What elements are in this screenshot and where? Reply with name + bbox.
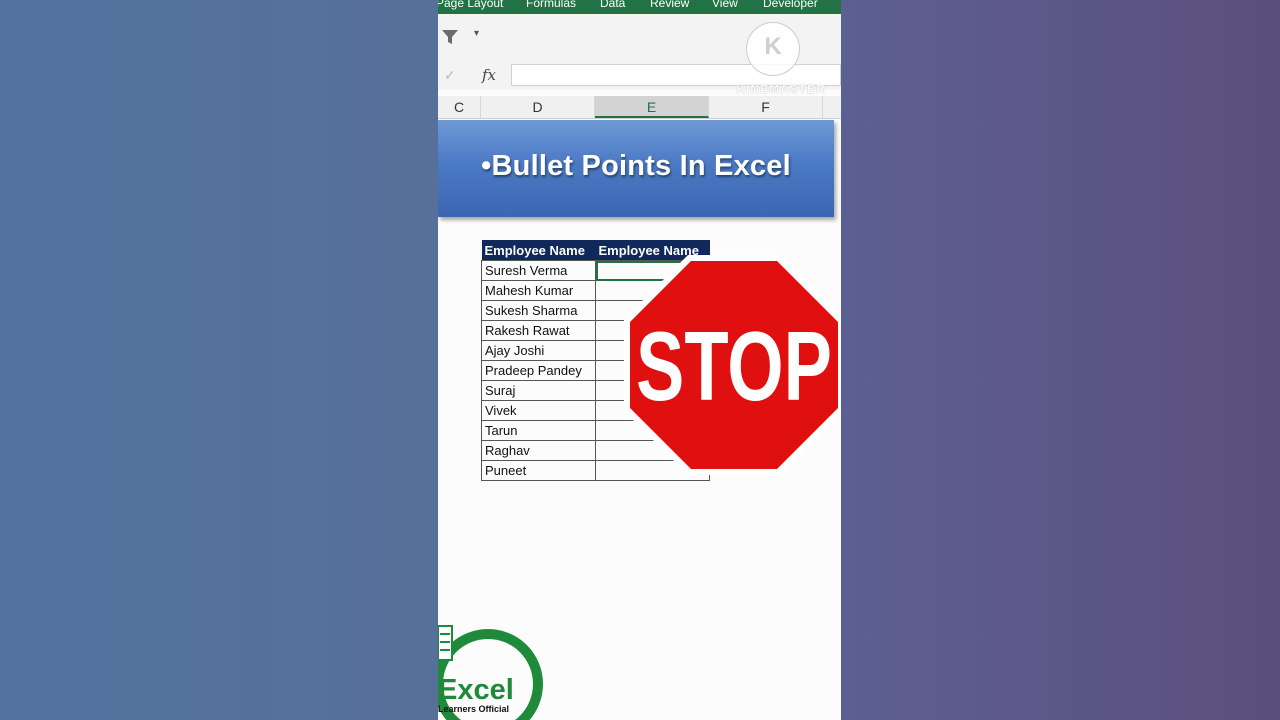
column-headers: C D E F bbox=[438, 96, 841, 119]
column-header-f[interactable]: F bbox=[709, 96, 823, 118]
ribbon-tabs: Page Layout Formulas Data Review View De… bbox=[438, 0, 841, 14]
table-cell[interactable]: Vivek bbox=[481, 400, 596, 421]
logo-subtitle: Learners Official bbox=[438, 704, 510, 714]
tab-review[interactable]: Review bbox=[650, 0, 689, 10]
table-cell[interactable]: Suraj bbox=[481, 380, 596, 401]
table-cell[interactable]: Puneet bbox=[481, 460, 596, 481]
table-cell[interactable]: Raghav bbox=[481, 440, 596, 461]
watermark-text: KINEMASTER bbox=[736, 82, 826, 96]
banner-title: •Bullet Points In Excel bbox=[481, 150, 791, 182]
video-frame: Page Layout Formulas Data Review View De… bbox=[438, 0, 841, 720]
column-header-e[interactable]: E bbox=[595, 96, 709, 118]
tab-developer[interactable]: Developer bbox=[763, 0, 818, 10]
filter-icon[interactable] bbox=[441, 28, 459, 46]
tab-view[interactable]: View bbox=[712, 0, 738, 10]
tab-data[interactable]: Data bbox=[600, 0, 625, 10]
title-banner: •Bullet Points In Excel bbox=[438, 120, 834, 217]
logo-word: Excel bbox=[438, 674, 514, 706]
table-cell[interactable]: Tarun bbox=[481, 420, 596, 441]
column-header-d[interactable]: D bbox=[481, 96, 595, 118]
tab-page-layout[interactable]: Page Layout bbox=[438, 0, 503, 10]
excel-learners-logo: Excel Learners Official bbox=[438, 622, 548, 720]
table-cell[interactable]: Mahesh Kumar bbox=[481, 280, 596, 301]
kinemaster-watermark: K KINEMASTER bbox=[726, 20, 836, 100]
column-header-c[interactable]: C bbox=[438, 96, 481, 118]
table-cell[interactable]: Rakesh Rawat bbox=[481, 320, 596, 341]
table-cell[interactable]: Suresh Verma bbox=[481, 260, 596, 281]
confirm-icon[interactable]: ✓ bbox=[444, 67, 456, 84]
qat-dropdown-icon[interactable]: ▾ bbox=[474, 28, 479, 39]
table-cell[interactable]: Pradeep Pandey bbox=[481, 360, 596, 381]
header-employee-name[interactable]: Employee Name bbox=[481, 240, 596, 261]
insert-function-icon[interactable]: fx bbox=[482, 66, 496, 84]
table-cell[interactable]: Ajay Joshi bbox=[481, 340, 596, 361]
table-cell[interactable]: Sukesh Sharma bbox=[481, 300, 596, 321]
stop-sign-icon: STOP bbox=[624, 255, 841, 475]
stop-sign-text: STOP bbox=[636, 311, 832, 421]
tab-formulas[interactable]: Formulas bbox=[526, 0, 576, 10]
kinemaster-logo-icon: K bbox=[746, 22, 800, 76]
